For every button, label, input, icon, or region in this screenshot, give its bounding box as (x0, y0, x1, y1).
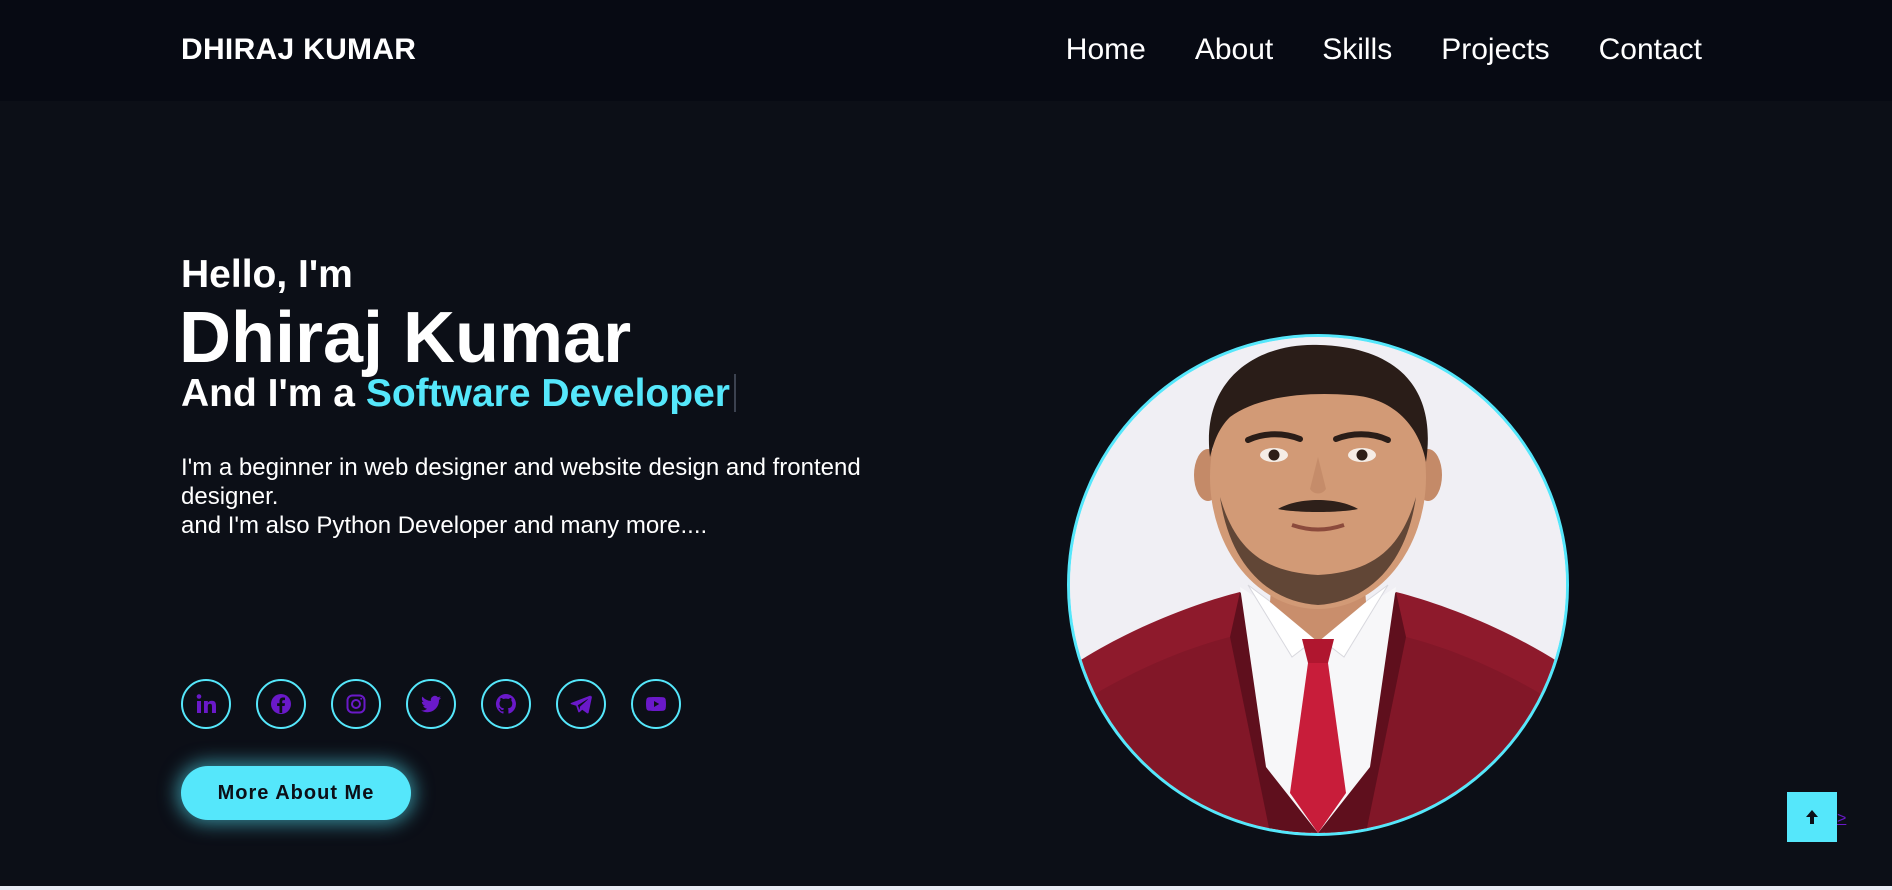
nav-link-home[interactable]: Home (1066, 30, 1146, 70)
facebook-icon[interactable] (256, 679, 306, 729)
youtube-icon[interactable] (631, 679, 681, 729)
role-prefix: And I'm a (181, 372, 355, 415)
linkedin-icon[interactable] (181, 679, 231, 729)
navbar: DHIRAJ KUMAR Home About Skills Projects … (0, 0, 1892, 101)
hero-description: I'm a beginner in web designer and websi… (181, 453, 941, 540)
profile-photo (1067, 334, 1569, 836)
description-line-2: and I'm also Python Developer and many m… (181, 512, 708, 539)
nav-link-about[interactable]: About (1195, 30, 1273, 70)
next-section-edge (0, 886, 1892, 890)
telegram-icon[interactable] (556, 679, 606, 729)
nav-link-contact[interactable]: Contact (1599, 30, 1702, 70)
site-logo[interactable]: DHIRAJ KUMAR (181, 32, 416, 68)
hero-section: Hello, I'm Dhiraj Kumar And I'm a Softwa… (0, 101, 1892, 886)
nav-link-projects[interactable]: Projects (1441, 30, 1549, 70)
github-icon[interactable] (481, 679, 531, 729)
role-highlight: Software Developer (365, 372, 730, 415)
description-line-1: I'm a beginner in web designer and websi… (181, 454, 861, 510)
instagram-icon[interactable] (331, 679, 381, 729)
arrow-up-icon (1806, 810, 1818, 824)
twitter-icon[interactable] (406, 679, 456, 729)
hero-greeting: Hello, I'm (181, 253, 353, 296)
more-about-me-button[interactable]: More About Me (181, 766, 411, 820)
social-links (181, 679, 681, 729)
hero-name: Dhiraj Kumar (179, 298, 632, 378)
typing-cursor (733, 374, 736, 412)
hero-role: And I'm a Software Developer (181, 369, 736, 419)
scroll-top-link[interactable]: > (1837, 810, 1846, 828)
scroll-to-top-button[interactable] (1787, 792, 1837, 842)
nav-link-skills[interactable]: Skills (1322, 30, 1392, 70)
nav-menu: Home About Skills Projects Contact (1066, 30, 1702, 70)
